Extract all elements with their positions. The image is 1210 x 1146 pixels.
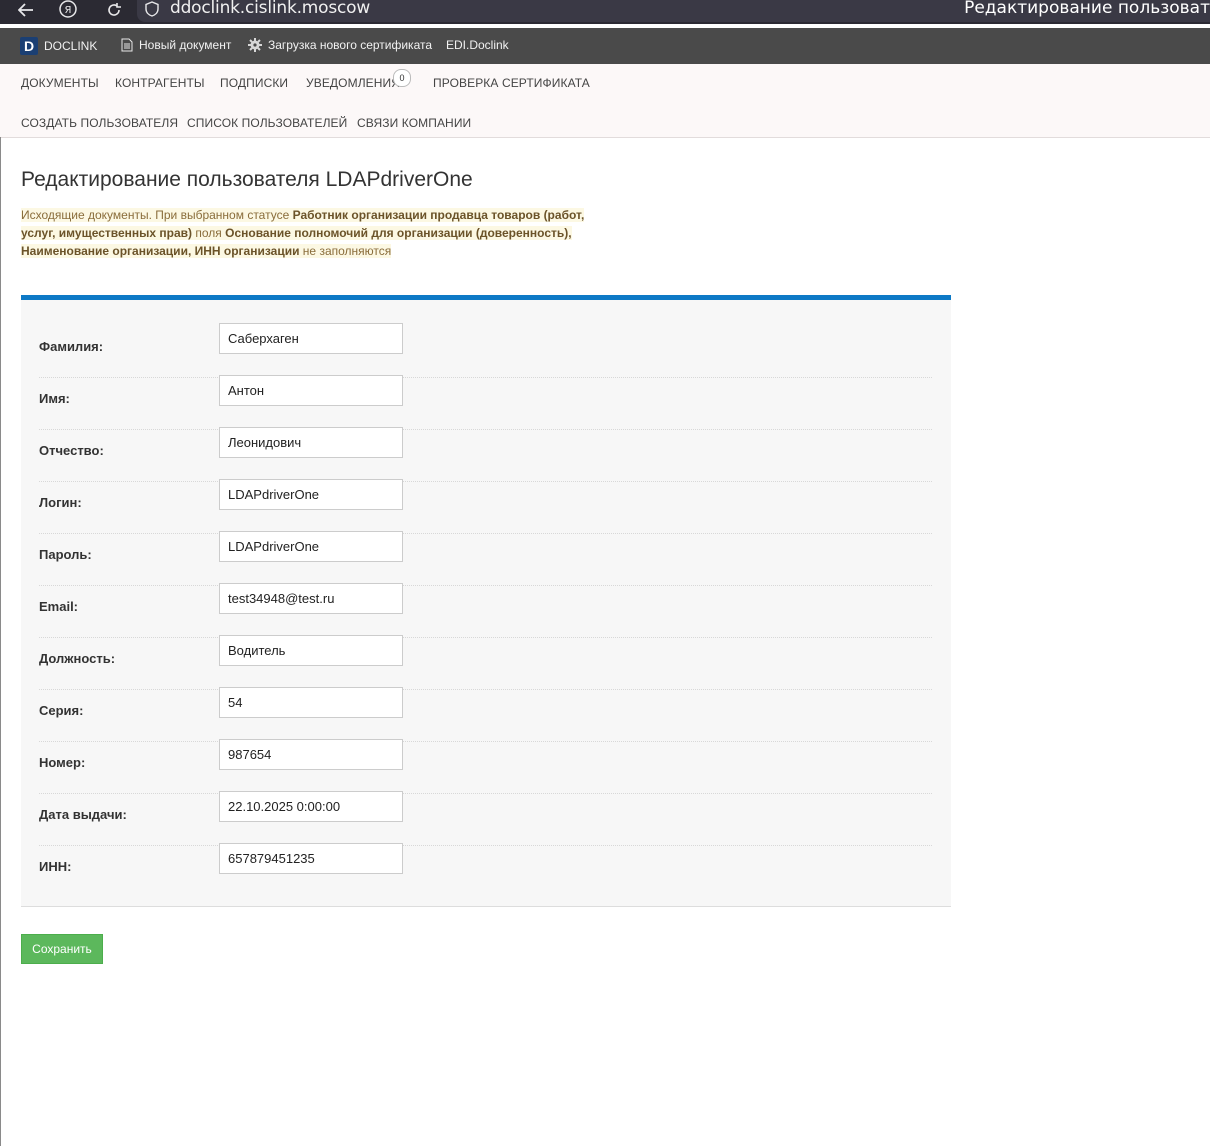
nav-certificate-check[interactable]: ПРОВЕРКА СЕРТИФИКАТА	[433, 76, 590, 90]
notice-text: поля	[192, 226, 226, 240]
password-label: Пароль:	[39, 547, 92, 562]
inn-field[interactable]: 657879451235	[219, 843, 403, 874]
series-field[interactable]: 54	[219, 687, 403, 718]
bookmark-label: Новый документ	[139, 38, 232, 52]
form-row-series: Серия: 54	[39, 687, 932, 742]
status-notice: Исходящие документы. При выбранном стату…	[21, 206, 601, 260]
svg-text:Я: Я	[65, 5, 72, 16]
form-row-firstname: Имя: Антон	[39, 375, 932, 430]
series-label: Серия:	[39, 703, 84, 718]
nav-counterparties[interactable]: КОНТРАГЕНТЫ	[115, 76, 205, 90]
reload-icon[interactable]	[102, 0, 126, 20]
lastname-field[interactable]: Саберхаген	[219, 323, 403, 354]
gear-icon	[248, 38, 262, 52]
form-row-email: Email: test34948@test.ru	[39, 583, 932, 638]
bookmark-new-document[interactable]: Новый документ	[121, 38, 231, 52]
notice-bold-field: Основание полномочий для организации (до…	[225, 226, 572, 240]
bookmark-edi-doclink[interactable]: EDI.Doclink	[446, 38, 509, 52]
nav-subscriptions[interactable]: ПОДПИСКИ	[220, 76, 288, 90]
bookmark-label: Загрузка нового сертификата	[268, 38, 433, 52]
form-row-patronymic: Отчество: Леонидович	[39, 427, 932, 482]
document-icon	[121, 38, 133, 52]
back-arrow-icon[interactable]	[14, 0, 38, 20]
number-label: Номер:	[39, 755, 86, 770]
notice-text: Исходящие документы. При выбранном стату…	[21, 208, 293, 222]
form-row-lastname: Фамилия: Саберхаген	[39, 323, 932, 378]
form-row-issue-date: Дата выдачи: 22.10.2025 0:00:00	[39, 791, 932, 846]
url-text[interactable]: ddoclink.cislink.moscow	[170, 0, 370, 18]
page-title: Редактирование пользователя LDAPdriverOn…	[21, 168, 473, 191]
form-row-inn: ИНН: 657879451235	[39, 843, 932, 898]
notice-bold-status-cont: услуг, имущественных прав)	[21, 226, 193, 240]
bookmark-doclink[interactable]: D DOCLINK	[20, 37, 97, 55]
nav-create-user[interactable]: СОЗДАТЬ ПОЛЬЗОВАТЕЛЯ	[21, 116, 178, 130]
patronymic-label: Отчество:	[39, 443, 104, 458]
user-edit-form: Фамилия: Саберхаген Имя: Антон Отчество:…	[21, 295, 951, 907]
position-field[interactable]: Водитель	[219, 635, 403, 666]
bookmarks-bar: D DOCLINK Новый документ Загрузка нового…	[0, 28, 1210, 64]
firstname-label: Имя:	[39, 391, 70, 406]
login-field[interactable]: LDAPdriverOne	[219, 479, 403, 510]
bookmark-label: DOCLINK	[44, 39, 98, 53]
position-label: Должность:	[39, 651, 116, 666]
yandex-icon[interactable]: Я	[56, 0, 80, 20]
issue-date-field[interactable]: 22.10.2025 0:00:00	[219, 791, 403, 822]
shield-icon[interactable]	[145, 1, 159, 22]
window-title: Редактирование пользоват	[964, 0, 1210, 18]
number-field[interactable]: 987654	[219, 739, 403, 770]
password-field[interactable]: LDAPdriverOne	[219, 531, 403, 562]
issue-date-label: Дата выдачи:	[39, 807, 127, 822]
nav-notifications[interactable]: УВЕДОМЛЕНИЯ	[306, 76, 400, 90]
login-label: Логин:	[39, 495, 82, 510]
nav-documents[interactable]: ДОКУМЕНТЫ	[21, 76, 99, 90]
form-row-login: Логин: LDAPdriverOne	[39, 479, 932, 534]
email-field[interactable]: test34948@test.ru	[219, 583, 403, 614]
notice-bold-status: Работник организации продавца товаров (р…	[292, 208, 585, 222]
nav-company-links[interactable]: СВЯЗИ КОМПАНИИ	[357, 116, 471, 130]
form-row-position: Должность: Водитель	[39, 635, 932, 690]
save-button[interactable]: Сохранить	[21, 934, 103, 964]
firstname-field[interactable]: Антон	[219, 375, 403, 406]
email-label: Email:	[39, 599, 79, 614]
form-row-number: Номер: 987654	[39, 739, 932, 794]
bookmark-label: EDI.Doclink	[446, 38, 509, 52]
form-row-password: Пароль: LDAPdriverOne	[39, 531, 932, 586]
doclink-logo-icon: D	[20, 37, 38, 55]
patronymic-field[interactable]: Леонидович	[219, 427, 403, 458]
notifications-badge: 0	[393, 69, 411, 87]
bookmark-upload-certificate[interactable]: Загрузка нового сертификата	[248, 38, 432, 52]
nav-user-list[interactable]: СПИСОК ПОЛЬЗОВАТЕЛЕЙ	[187, 116, 347, 130]
page-border	[0, 137, 1, 1146]
inn-label: ИНН:	[39, 859, 72, 874]
notice-text: не заполняются	[299, 244, 392, 258]
notice-bold-fields: Наименование организации, ИНН организаци…	[21, 244, 300, 258]
lastname-label: Фамилия:	[39, 339, 104, 354]
browser-toolbar: Я ddoclink.cislink.moscow Редактирование…	[0, 0, 1210, 24]
